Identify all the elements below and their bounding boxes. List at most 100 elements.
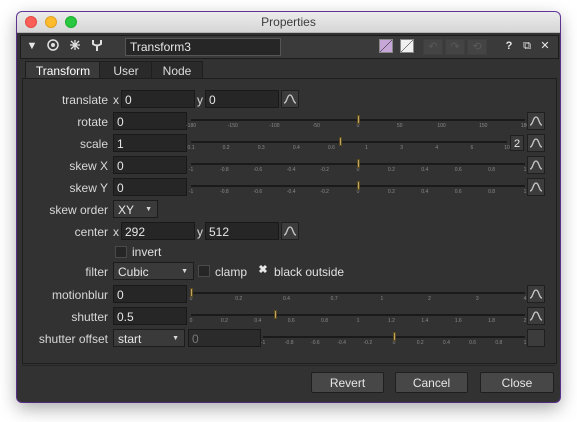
center-y-label: y — [197, 225, 203, 239]
float-icon[interactable]: ⧉ — [521, 38, 533, 55]
skew-x-animation-icon[interactable] — [527, 156, 545, 174]
shutter-label: shutter — [71, 310, 108, 324]
shutter-offset-value: start — [118, 332, 142, 346]
scale-slider-track — [191, 141, 507, 143]
center-animation-icon[interactable] — [281, 222, 299, 240]
filter-label: filter — [85, 265, 108, 279]
invert-checkbox[interactable] — [115, 246, 127, 258]
clamp-checkbox[interactable] — [198, 265, 210, 277]
node-color-icon[interactable] — [379, 39, 393, 53]
slider-tick-label: 0.2 — [222, 145, 230, 151]
motionblur-slider[interactable]: 0 0.2 0.4 0.7 1 2 3 4 — [190, 285, 527, 303]
chevron-down-icon: ▼ — [181, 268, 188, 275]
rotate-slider-handle[interactable] — [357, 115, 360, 124]
skew-order-dropdown[interactable]: XY ▼ — [113, 200, 158, 218]
shutter-offset-dropdown[interactable]: start ▼ — [113, 329, 185, 347]
window-close-button[interactable] — [25, 16, 37, 28]
shutter-slider-track — [191, 314, 525, 316]
scale-slider-handle[interactable] — [338, 137, 342, 146]
skew-y-slider-handle[interactable] — [357, 181, 360, 190]
slider-tick-label: 0.6 — [454, 167, 462, 173]
scale-field[interactable]: 1 — [113, 134, 187, 152]
slider-tick-label: -150 — [227, 123, 238, 129]
rotate-slider[interactable]: -180 -150 -100 -50 0 50 100 150 180 — [186, 112, 529, 130]
invert-label: invert — [132, 245, 162, 259]
shutter-slider-handle[interactable] — [273, 310, 277, 319]
translate-y-field[interactable]: 0 — [205, 90, 279, 108]
skew-y-label: skew Y — [69, 181, 108, 195]
window-minimize-button[interactable] — [45, 16, 57, 28]
slider-tick-label: -0.6 — [311, 340, 320, 346]
text-color-icon[interactable] — [400, 39, 414, 53]
window-maximize-button[interactable] — [65, 16, 77, 28]
shutter-slider[interactable]: 0 0.2 0.4 0.6 0.8 1 1.2 1.4 1.6 1.8 2 — [189, 307, 526, 325]
slider-tick-label: 3 — [400, 145, 404, 151]
scale-animation-icon[interactable] — [527, 134, 545, 152]
chevron-down-icon: ▼ — [172, 335, 179, 342]
slider-tick-label: -50 — [312, 123, 320, 129]
close-icon[interactable]: ✕ — [539, 38, 551, 55]
translate-x-label: x — [113, 93, 119, 107]
node-name-field[interactable]: Transform3 — [125, 38, 281, 56]
help-icon[interactable]: ? — [503, 38, 515, 55]
slider-tick-label: 0.3 — [257, 145, 265, 151]
motionblur-slider-track — [191, 292, 525, 294]
slider-tick-label: -1 — [260, 340, 266, 346]
slider-tick-label: 1 — [356, 318, 360, 324]
slider-tick-label: -180 — [185, 123, 197, 129]
center-x-field[interactable]: 292 — [121, 222, 195, 240]
motionblur-slider-handle[interactable] — [190, 288, 193, 297]
cancel-button[interactable]: Cancel — [395, 372, 468, 393]
translate-x-field[interactable]: 0 — [121, 90, 195, 108]
scale-slider[interactable]: 0.1 0.2 0.3 0.4 0.6 1 3 4 6 10 — [188, 134, 510, 152]
centralize-icon[interactable] — [67, 38, 83, 55]
black-outside-checkbox[interactable]: ✖ — [257, 265, 269, 277]
motionblur-slider-ticks: 0 0.2 0.4 0.7 1 2 3 4 — [190, 296, 527, 302]
skew-y-field[interactable]: 0 — [113, 178, 187, 196]
slider-tick-label: 0.4 — [442, 340, 450, 346]
skew-x-field[interactable]: 0 — [113, 156, 187, 174]
collapse-arrow-icon[interactable]: ▼ — [25, 38, 39, 55]
slider-tick-label: 0 — [189, 318, 193, 324]
slider-tick-label: -0.8 — [284, 340, 294, 346]
rotate-animation-icon[interactable] — [527, 112, 545, 130]
shutter-field[interactable]: 0.5 — [113, 307, 187, 325]
slider-tick-label: -0.8 — [220, 189, 229, 195]
slider-tick-label: 0.4 — [421, 189, 429, 195]
revert-button[interactable]: Revert — [311, 372, 384, 393]
title-bar[interactable]: Properties — [17, 12, 560, 33]
translate-y-label: y — [197, 93, 203, 107]
motionblur-field[interactable]: 0 — [113, 285, 187, 303]
skew-x-slider[interactable]: -1 -0.8 -0.6 -0.4 -0.2 0 0.2 0.4 0.6 0.8 1 — [189, 156, 527, 174]
slider-tick-label: 0.4 — [292, 145, 300, 151]
slider-tick-label: 1 — [523, 167, 527, 173]
slider-tick-label: 1.8 — [488, 318, 496, 324]
scale-channels-button[interactable]: 2 — [510, 135, 524, 151]
skew-y-slider[interactable]: -1 -0.8 -0.6 -0.4 -0.2 0 0.2 0.4 0.6 0.8 1 — [189, 178, 526, 196]
slider-tick-label: 100 — [437, 123, 446, 129]
shutter-animation-icon[interactable] — [527, 307, 545, 325]
wrench-icon[interactable] — [89, 38, 105, 55]
rotate-field[interactable]: 0 — [113, 112, 187, 130]
motionblur-animation-icon[interactable] — [527, 285, 545, 303]
filter-value: Cubic — [118, 265, 149, 279]
skew-x-slider-handle[interactable] — [357, 159, 360, 168]
slider-tick-label: -0.2 — [320, 167, 329, 173]
center-y-field[interactable]: 512 — [205, 222, 279, 240]
properties-window: Properties ▼ Transform3 ↶ ↷ ⟲ ? ⧉ ✕ Tran… — [17, 12, 560, 402]
slider-tick-label: -0.4 — [286, 189, 296, 195]
view-node-icon[interactable] — [45, 38, 61, 55]
slider-tick-label: 0.4 — [421, 167, 429, 173]
slider-tick-label: 0.2 — [416, 340, 424, 346]
skew-order-label: skew order — [49, 203, 108, 217]
skew-order-value: XY — [118, 203, 135, 217]
close-button[interactable]: Close — [480, 372, 554, 393]
footer-divider — [22, 365, 555, 366]
translate-animation-icon[interactable] — [281, 90, 299, 108]
slider-tick-label: 0.8 — [488, 167, 496, 173]
shutter-offset-slider: -1 -0.8 -0.6 -0.4 -0.2 0 0.2 0.4 0.6 0.8 1 — [260, 329, 526, 347]
filter-dropdown[interactable]: Cubic ▼ — [113, 262, 194, 280]
slider-tick-label: 0.6 — [454, 189, 462, 195]
slider-tick-label: 3 — [475, 296, 479, 302]
skew-y-animation-icon[interactable] — [527, 178, 545, 196]
